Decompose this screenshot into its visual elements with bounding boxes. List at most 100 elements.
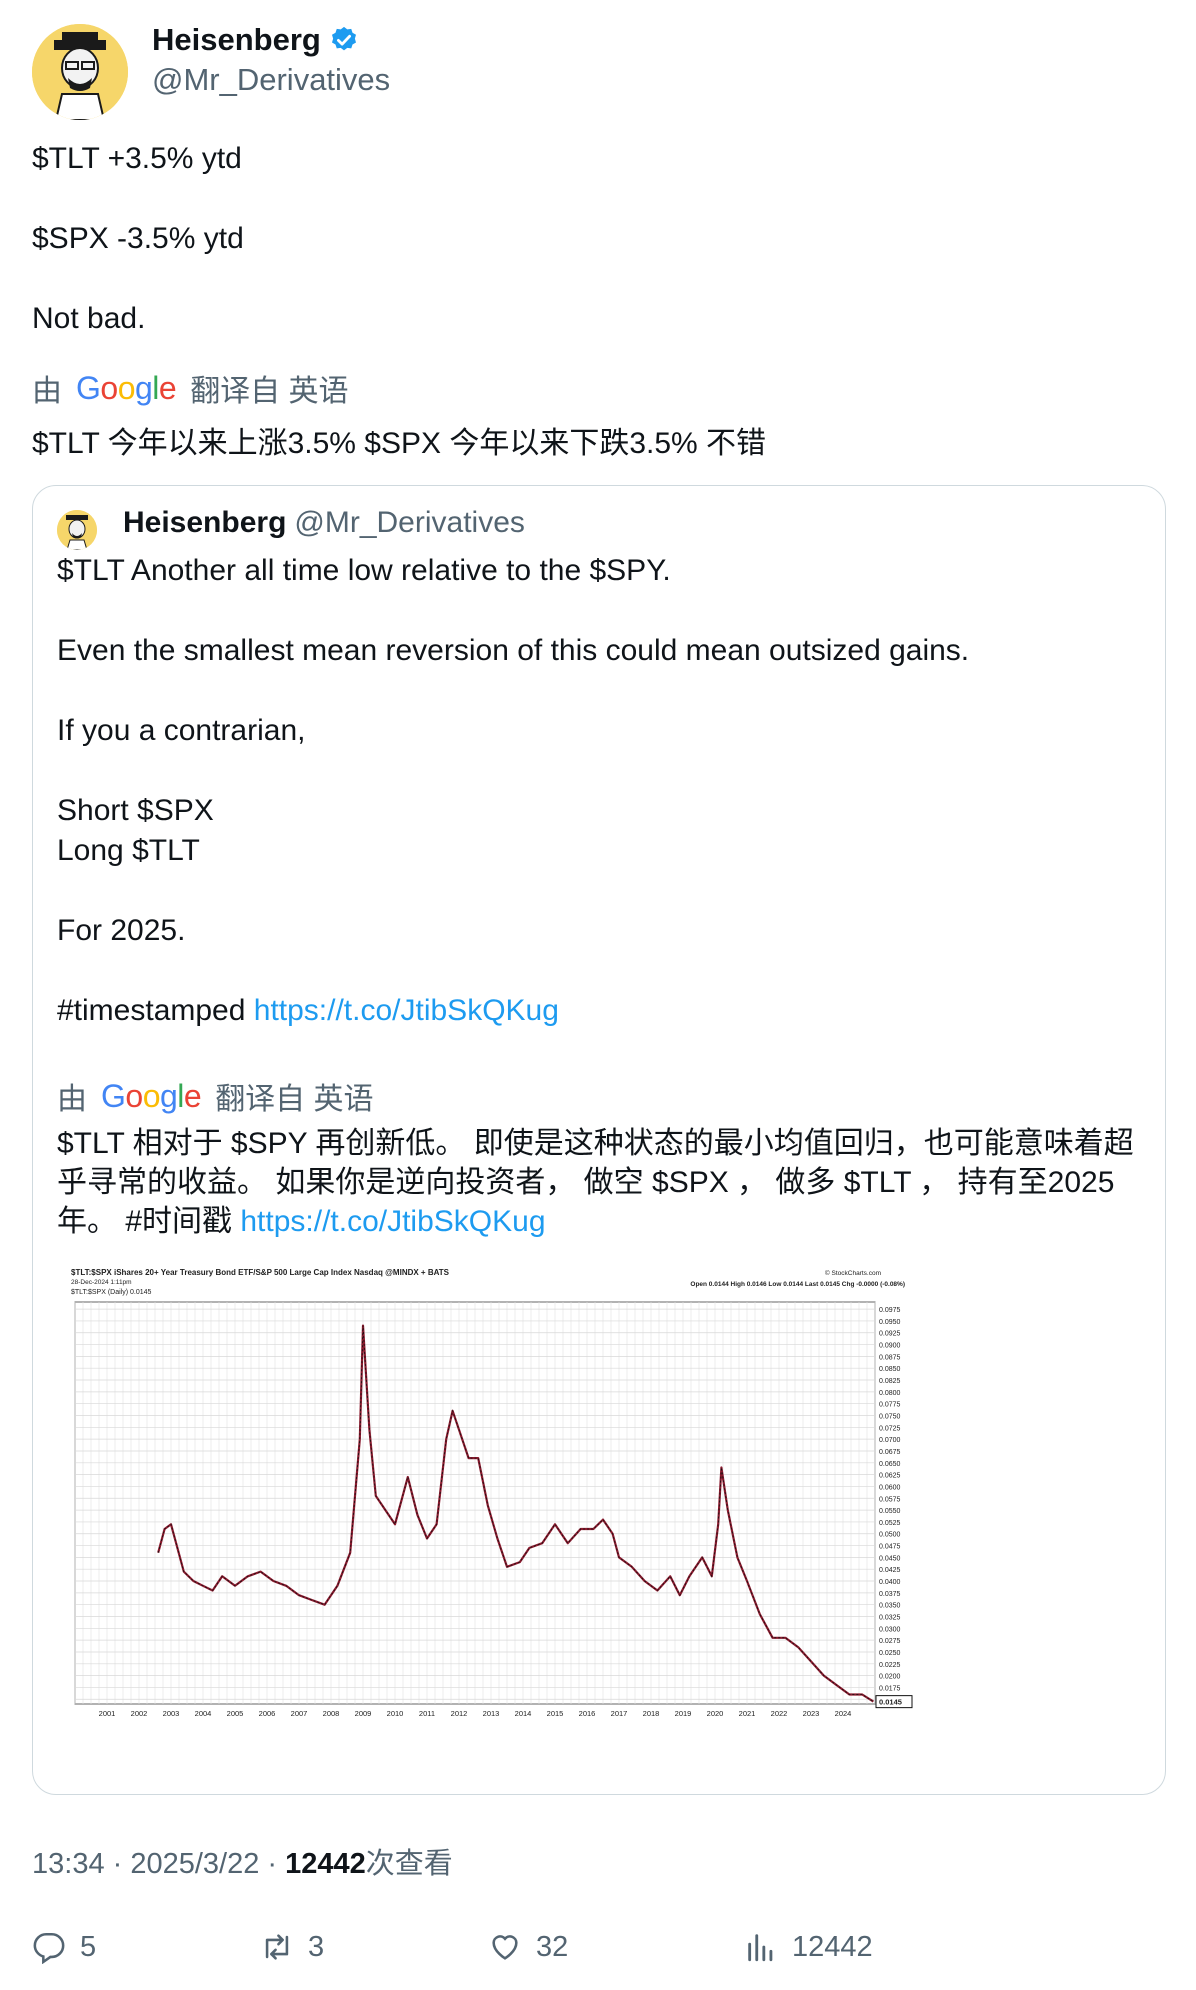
reply-icon [33, 1932, 65, 1964]
quoted-text-line: If you a contrarian, [57, 714, 306, 747]
y-tick-label: 0.0525 [879, 1520, 901, 1527]
x-tick-label: 2012 [451, 1709, 468, 1718]
hashtag-text: #timestamped [57, 994, 254, 1027]
y-tick-label: 0.0675 [879, 1449, 901, 1456]
x-tick-label: 2016 [579, 1709, 596, 1718]
tweet-text-line: $TLT +3.5% ytd [32, 142, 242, 175]
verified-badge-icon [331, 26, 356, 51]
x-tick-label: 2009 [355, 1709, 372, 1718]
chart-ohlc: Open 0.0144 High 0.0146 Low 0.0144 Last … [690, 1281, 905, 1288]
x-tick-label: 2018 [643, 1709, 660, 1718]
x-tick-label: 2015 [547, 1709, 564, 1718]
y-tick-label: 0.0650 [879, 1461, 901, 1468]
y-tick-label: 0.0425 [879, 1567, 901, 1574]
x-tick-label: 2021 [739, 1709, 756, 1718]
y-tick-label: 0.0800 [879, 1390, 901, 1397]
y-tick-label: 0.0850 [879, 1366, 901, 1373]
translation-suffix: 翻译自 英语 [215, 1083, 374, 1116]
y-tick-label: 0.0250 [879, 1650, 901, 1657]
x-tick-label: 2019 [675, 1709, 692, 1718]
quoted-text-line: For 2025. [57, 914, 186, 947]
y-tick-label: 0.0175 [879, 1685, 901, 1692]
x-tick-label: 2013 [483, 1709, 500, 1718]
reply-button[interactable]: 5 [32, 1930, 96, 1964]
author-handle[interactable]: @Mr_Derivatives [152, 62, 390, 98]
tweet-timestamp[interactable]: 13:34 · 2025/3/22 · [32, 1848, 285, 1880]
y-tick-label: 0.0725 [879, 1425, 901, 1432]
y-tick-label: 0.0550 [879, 1508, 901, 1515]
last-value-label: 0.0145 [879, 1698, 902, 1707]
chart-legend: $TLT:$SPX (Daily) 0.0145 [71, 1289, 152, 1296]
tweet-text-line: Not bad. [32, 302, 146, 335]
translation-label[interactable]: 由 Google 翻译自 英语 [32, 366, 349, 410]
x-tick-label: 2020 [707, 1709, 724, 1718]
x-tick-label: 2003 [163, 1709, 180, 1718]
y-tick-label: 0.0450 [879, 1555, 901, 1562]
y-tick-label: 0.0600 [879, 1484, 901, 1491]
retweet-icon [265, 1934, 289, 1960]
y-tick-label: 0.0200 [879, 1674, 901, 1681]
x-tick-label: 2017 [611, 1709, 628, 1718]
views-button[interactable]: 12442 [744, 1930, 873, 1964]
ratio-chart: 0.0975 0.0950 0.0925 0.0900 0.0875 0.0850 0.08… [71, 1268, 913, 1718]
quoted-link[interactable]: https://t.co/JtibSkQKug [254, 994, 559, 1027]
y-tick-label: 0.0475 [879, 1544, 901, 1551]
y-tick-label: 0.0825 [879, 1378, 901, 1385]
x-tick-label: 2022 [771, 1709, 788, 1718]
tweet-translation: $TLT 今年以来上涨3.5% $SPX 今年以来下跌3.5% 不错 [32, 427, 767, 460]
x-tick-label: 2006 [259, 1709, 276, 1718]
x-tick-label: 2008 [323, 1709, 340, 1718]
y-tick-label: 0.0350 [879, 1603, 901, 1610]
quoted-tweet-card[interactable]: Heisenberg @Mr_Derivatives $TLT Another … [32, 485, 1166, 1795]
like-count: 32 [536, 1930, 569, 1963]
like-button[interactable]: 32 [488, 1930, 568, 1964]
x-tick-label: 2023 [803, 1709, 820, 1718]
chart-date: 28-Dec-2024 1:11pm [71, 1279, 132, 1286]
x-tick-label: 2001 [99, 1709, 116, 1718]
quoted-translation-link[interactable]: https://t.co/JtibSkQKug [240, 1205, 545, 1238]
reply-count: 5 [80, 1930, 97, 1963]
y-tick-label: 0.0575 [879, 1496, 901, 1503]
quoted-text-line: Even the smallest mean reversion of this… [57, 634, 970, 667]
x-tick-label: 2014 [515, 1709, 532, 1718]
quoted-handle: @Mr_Derivatives [294, 506, 525, 539]
action-bar: 5 3 32 12442 [32, 1930, 1166, 1970]
views-label: 次查看 [365, 1848, 453, 1880]
chart-image[interactable]: 0.0975 0.0950 0.0925 0.0900 0.0875 0.0850 0.08… [69, 1264, 1129, 1734]
y-tick-label: 0.0275 [879, 1638, 901, 1645]
google-logo-icon: Google [101, 1077, 202, 1114]
quoted-translation-label[interactable]: 由 Google 翻译自 英语 [57, 1074, 374, 1118]
quoted-text-line: Long $TLT [57, 834, 200, 867]
google-logo-icon: Google [76, 369, 177, 406]
y-tick-label: 0.0225 [879, 1662, 901, 1669]
views-action-count: 12442 [792, 1930, 873, 1963]
heart-icon [492, 1935, 518, 1960]
translation-prefix: 由 [32, 375, 62, 408]
y-tick-label: 0.0950 [879, 1319, 901, 1326]
y-tick-label: 0.0625 [879, 1473, 901, 1480]
y-tick-label: 0.0375 [879, 1591, 901, 1598]
avatar-heisenberg-icon [57, 510, 97, 550]
translation-suffix: 翻译自 英语 [190, 375, 349, 408]
x-tick-label: 2005 [227, 1709, 244, 1718]
retweet-button[interactable]: 3 [260, 1930, 324, 1964]
y-tick-label: 0.0300 [879, 1626, 901, 1633]
quoted-translation: $TLT 相对于 $SPY 再创新低。 即使是这种状态的最小均值回归，也可能意味… [57, 1124, 1147, 1241]
x-tick-label: 2024 [835, 1709, 852, 1718]
x-tick-label: 2007 [291, 1709, 308, 1718]
y-tick-label: 0.0500 [879, 1532, 901, 1539]
tweet-text-line: $SPX -3.5% ytd [32, 222, 244, 255]
tweet-meta: 13:34 · 2025/3/22 · 12442次查看 [32, 1840, 453, 1882]
quoted-text-line: $TLT Another all time low relative to th… [57, 554, 671, 587]
x-tick-label: 2004 [195, 1709, 212, 1718]
x-tick-label: 2011 [419, 1709, 435, 1718]
y-tick-label: 0.0700 [879, 1437, 901, 1444]
chart-title: $TLT:$SPX iShares 20+ Year Treasury Bond… [71, 1268, 450, 1277]
views-count: 12442 [285, 1848, 366, 1880]
chart-source: © StockCharts.com [825, 1269, 881, 1277]
author-avatar[interactable] [32, 24, 128, 120]
author-display-name[interactable]: Heisenberg [152, 22, 321, 58]
x-tick-label: 2002 [131, 1709, 148, 1718]
y-tick-label: 0.0400 [879, 1579, 901, 1586]
y-tick-label: 0.0775 [879, 1402, 901, 1409]
